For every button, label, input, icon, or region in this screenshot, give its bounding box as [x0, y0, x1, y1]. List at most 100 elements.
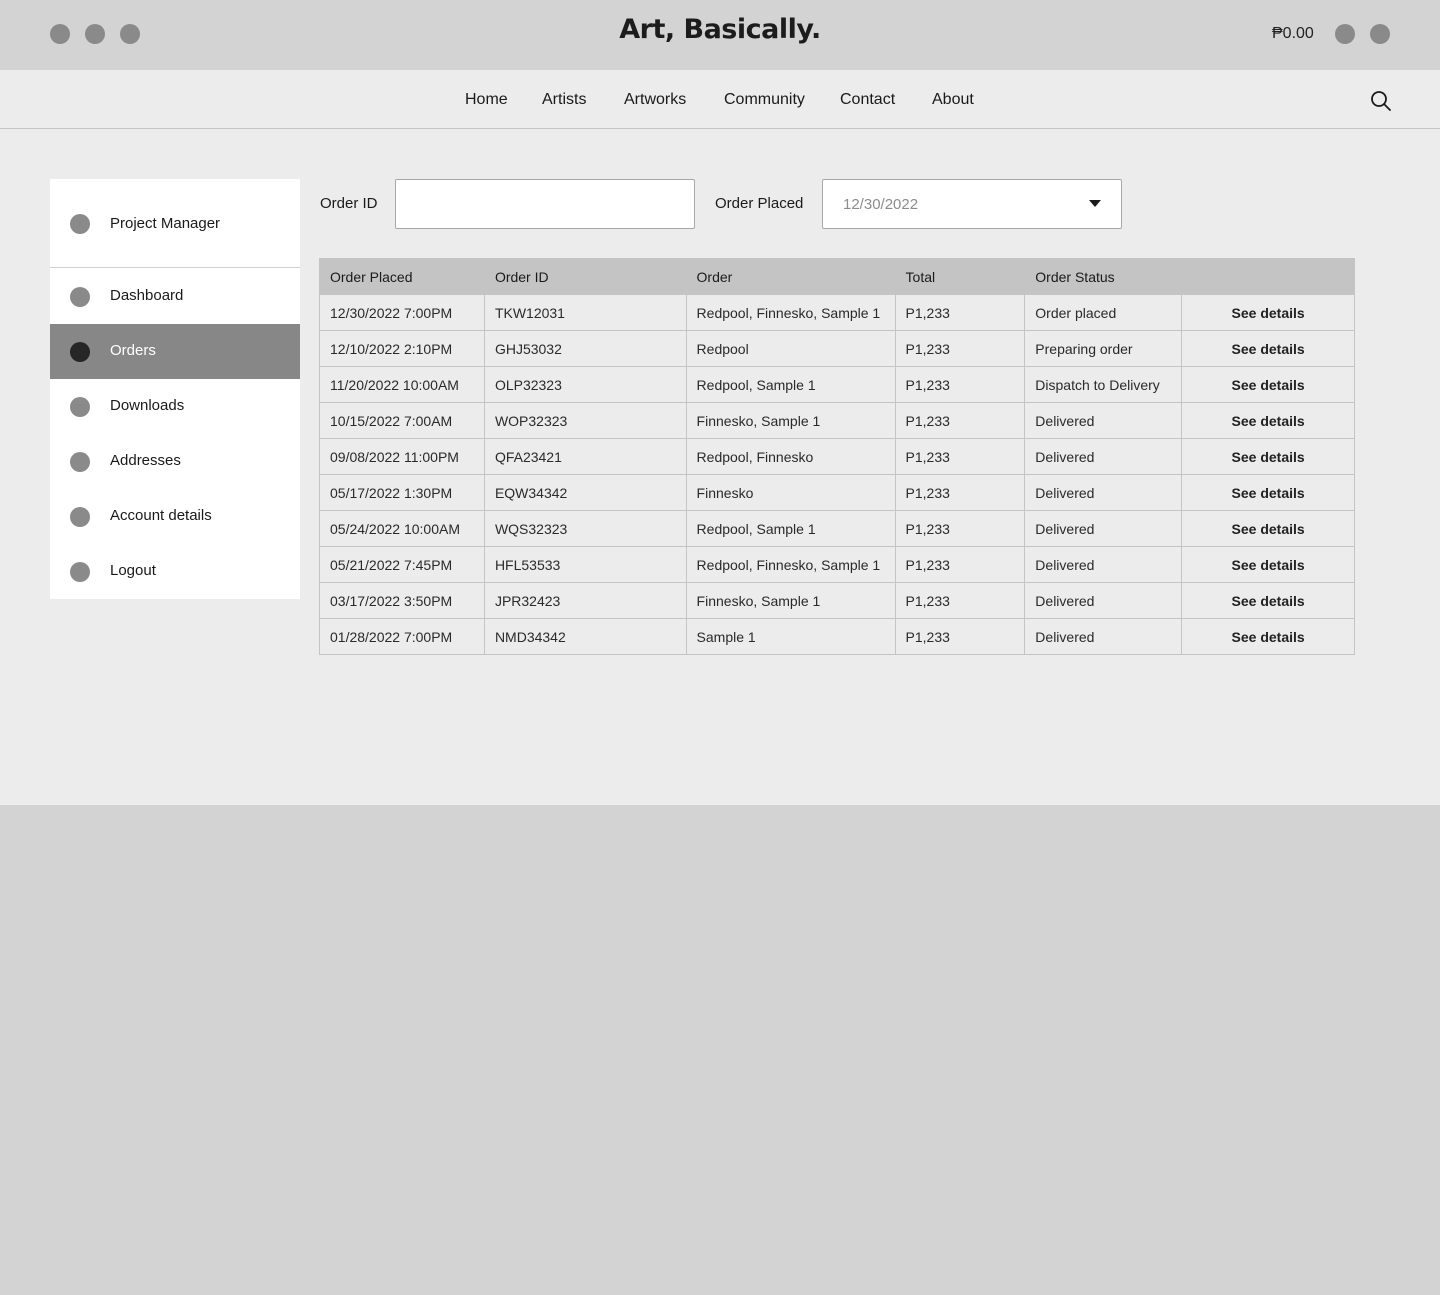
orders-table: Order Placed Order ID Order Total Order … — [319, 258, 1355, 655]
table-cell: Delivered — [1024, 402, 1183, 439]
main-nav: Home Artists Artworks Community Contact … — [0, 70, 1440, 129]
table-cell: 11/20/2022 10:00AM — [319, 366, 485, 403]
sidebar-item-downloads[interactable]: Downloads — [50, 379, 300, 434]
search-icon[interactable] — [1370, 90, 1392, 112]
table-cell: 10/15/2022 7:00AM — [319, 402, 485, 439]
column-header[interactable]: Order — [685, 258, 896, 295]
nav-home[interactable]: Home — [465, 91, 508, 109]
table-cell: Redpool, Finnesko — [685, 438, 896, 475]
see-details-link[interactable]: See details — [1181, 510, 1355, 547]
nav-about[interactable]: About — [932, 91, 974, 109]
table-cell: P1,233 — [894, 474, 1026, 511]
sidebar-item-dashboard[interactable]: Dashboard — [50, 269, 300, 324]
sidebar-item-logout[interactable]: Logout — [50, 544, 300, 599]
see-details-link[interactable]: See details — [1181, 582, 1355, 619]
table-row: 05/24/2022 10:00AM WQS32323 Redpool, Sampl… — [319, 510, 1355, 547]
table-cell: GHJ53032 — [483, 330, 687, 367]
site-logo[interactable]: Art, Basically. — [0, 14, 1440, 45]
sidebar-item-label: Addresses — [110, 452, 181, 469]
table-cell: 03/17/2022 3:50PM — [319, 582, 485, 619]
sidebar-item-label: Dashboard — [110, 287, 184, 304]
column-header[interactable]: Order Status — [1024, 258, 1183, 295]
table-cell: QFA23421 — [483, 438, 687, 475]
table-cell: Delivered — [1024, 546, 1183, 583]
order-placed-label: Order Placed — [715, 195, 804, 212]
sidebar-item-account-details[interactable]: Account details — [50, 489, 300, 544]
nav-artworks[interactable]: Artworks — [624, 91, 686, 109]
sidebar-item-addresses[interactable]: Addresses — [50, 434, 300, 489]
nav-community[interactable]: Community — [724, 91, 805, 109]
table-cell: Finnesko, Sample 1 — [685, 402, 896, 439]
account-icon[interactable] — [1335, 24, 1355, 44]
table-row: 05/17/2022 1:30PM EQW34342 Finnesko P1,233 D… — [319, 474, 1355, 511]
table-row: 03/17/2022 3:50PM JPR32423 Finnesko, Sampl… — [319, 582, 1355, 619]
table-cell: P1,233 — [894, 294, 1026, 331]
table-cell: 01/28/2022 7:00PM — [319, 618, 485, 655]
table-cell: Finnesko — [685, 474, 896, 511]
account-sidebar: Project Manager Dashboard Orders Downloa… — [50, 179, 300, 599]
table-cell: P1,233 — [894, 366, 1026, 403]
table-cell: HFL53533 — [483, 546, 687, 583]
order-placed-select[interactable]: 12/30/2022 — [822, 179, 1122, 229]
table-cell: Delivered — [1024, 474, 1183, 511]
cart-icon[interactable] — [1370, 24, 1390, 44]
table-cell: Redpool — [685, 330, 896, 367]
column-header[interactable]: Order ID — [483, 258, 687, 295]
avatar — [70, 214, 90, 234]
see-details-link[interactable]: See details — [1181, 402, 1355, 439]
orders-icon — [70, 342, 90, 362]
table-cell: OLP32323 — [483, 366, 687, 403]
top-bar: Art, Basically. ₱0.00 — [0, 0, 1440, 70]
order-id-input[interactable] — [395, 179, 695, 229]
table-cell: Redpool, Sample 1 — [685, 366, 896, 403]
table-cell: TKW12031 — [483, 294, 687, 331]
table-cell: Delivered — [1024, 618, 1183, 655]
see-details-link[interactable]: See details — [1181, 474, 1355, 511]
see-details-link[interactable]: See details — [1181, 366, 1355, 403]
order-id-label: Order ID — [320, 195, 378, 212]
see-details-link[interactable]: See details — [1181, 438, 1355, 475]
downloads-icon — [70, 397, 90, 417]
table-cell: P1,233 — [894, 546, 1026, 583]
account-content: Project Manager Dashboard Orders Downloa… — [0, 129, 1440, 805]
addresses-icon — [70, 452, 90, 472]
table-cell: WOP32323 — [483, 402, 687, 439]
see-details-link[interactable]: See details — [1181, 546, 1355, 583]
table-row: 05/21/2022 7:45PM HFL53533 Redpool, Finnes… — [319, 546, 1355, 583]
table-cell: Order placed — [1024, 294, 1183, 331]
table-cell: 12/30/2022 7:00PM — [319, 294, 485, 331]
profile-name: Project Manager — [110, 215, 221, 232]
table-cell: Delivered — [1024, 582, 1183, 619]
see-details-link[interactable]: See details — [1181, 330, 1355, 367]
table-cell: Preparing order — [1024, 330, 1183, 367]
table-cell: 05/21/2022 7:45PM — [319, 546, 485, 583]
table-cell: P1,233 — [894, 402, 1026, 439]
table-cell: 12/10/2022 2:10PM — [319, 330, 485, 367]
table-cell: Redpool, Finnesko, Sample 1 — [685, 546, 896, 583]
table-row: 09/08/2022 11:00PM QFA23421 Redpool, Finne… — [319, 438, 1355, 475]
table-cell: 05/17/2022 1:30PM — [319, 474, 485, 511]
cart-total[interactable]: ₱0.00 — [1272, 25, 1314, 43]
table-cell: Delivered — [1024, 510, 1183, 547]
sidebar-item-label: Account details — [110, 507, 212, 524]
dashboard-icon — [70, 287, 90, 307]
sidebar-profile: Project Manager — [50, 179, 300, 268]
table-row: 12/10/2022 2:10PM GHJ53032 Redpool P1,233 Pr… — [319, 330, 1355, 367]
table-cell: P1,233 — [894, 330, 1026, 367]
table-cell: Sample 1 — [685, 618, 896, 655]
sidebar-item-orders[interactable]: Orders — [50, 324, 300, 379]
table-row: 01/28/2022 7:00PM NMD34342 Sample 1 P1,233 D… — [319, 618, 1355, 655]
table-cell: Delivered — [1024, 438, 1183, 475]
see-details-link[interactable]: See details — [1181, 294, 1355, 331]
nav-contact[interactable]: Contact — [840, 91, 895, 109]
nav-artists[interactable]: Artists — [542, 91, 586, 109]
table-cell: Finnesko, Sample 1 — [685, 582, 896, 619]
table-cell: Dispatch to Delivery — [1024, 366, 1183, 403]
table-cell: WQS32323 — [483, 510, 687, 547]
account-details-icon — [70, 507, 90, 527]
column-header[interactable]: Order Placed — [319, 258, 485, 295]
table-cell: 09/08/2022 11:00PM — [319, 438, 485, 475]
see-details-link[interactable]: See details — [1181, 618, 1355, 655]
column-header[interactable]: Total — [894, 258, 1026, 295]
column-header — [1181, 258, 1355, 295]
